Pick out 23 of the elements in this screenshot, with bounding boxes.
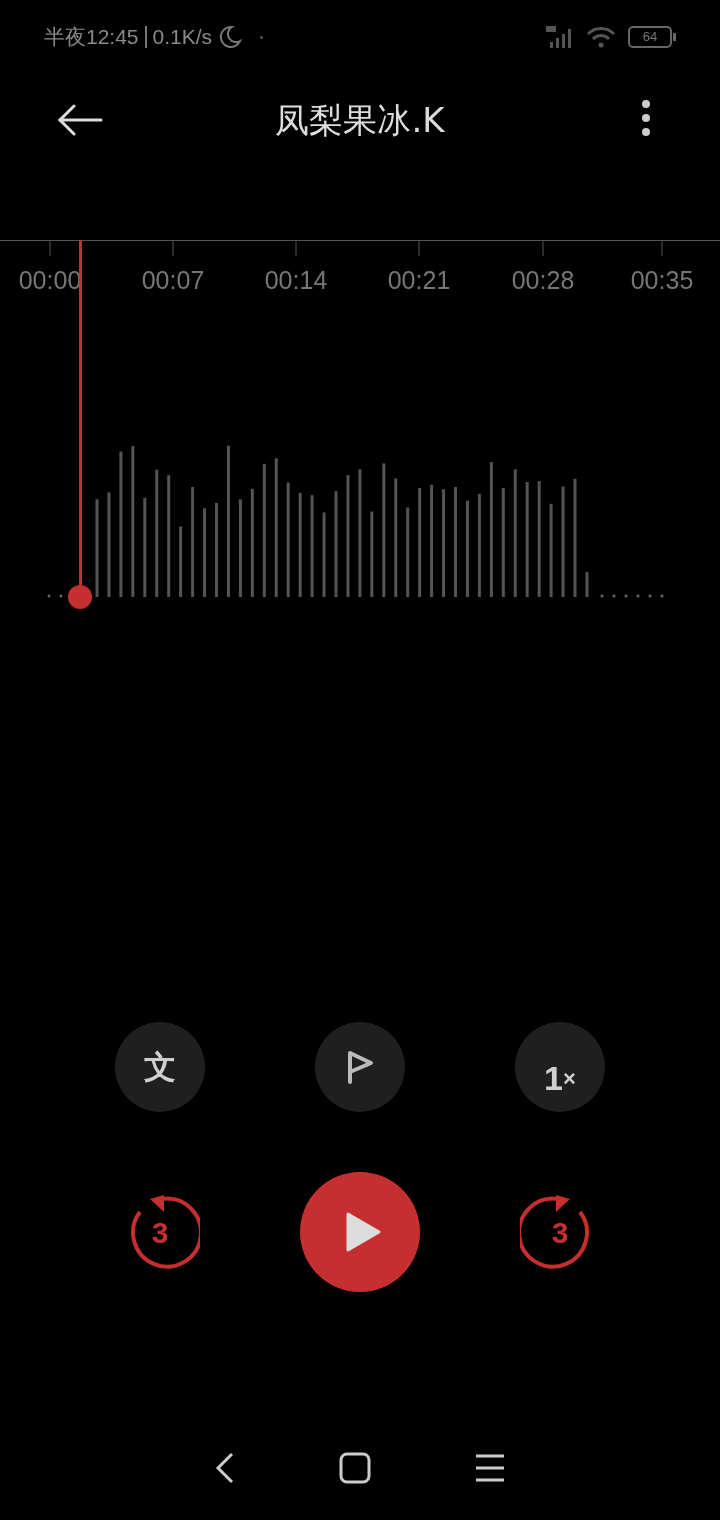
wifi-icon: [586, 26, 616, 48]
time-label: 00:28: [510, 265, 576, 296]
rewind-button[interactable]: 3: [120, 1192, 200, 1272]
time-label: 00:14: [263, 265, 329, 296]
nav-back-icon[interactable]: [215, 1452, 235, 1484]
flag-icon: [346, 1050, 374, 1084]
battery-indicator: 64: [628, 26, 672, 48]
nav-menu-icon[interactable]: [475, 1454, 505, 1482]
status-time: 半夜12:45: [44, 24, 139, 51]
back-icon: [56, 104, 104, 136]
play-icon: [345, 1212, 381, 1252]
more-icon: [640, 100, 652, 136]
speed-button[interactable]: 1×: [515, 1022, 605, 1112]
nav-home-icon[interactable]: [339, 1452, 371, 1484]
recording-title: 凤梨果冰.K: [275, 98, 445, 142]
time-label: 00:21: [386, 265, 452, 296]
time-label: 00:07: [140, 265, 206, 296]
network-speed: 0.1K/s: [152, 24, 213, 51]
time-label: 00:35: [629, 265, 695, 296]
forward-button[interactable]: 3: [520, 1192, 600, 1272]
transcribe-button[interactable]: 文: [115, 1022, 205, 1112]
time-label: 00:00: [17, 265, 83, 296]
moon-icon: [218, 25, 243, 49]
